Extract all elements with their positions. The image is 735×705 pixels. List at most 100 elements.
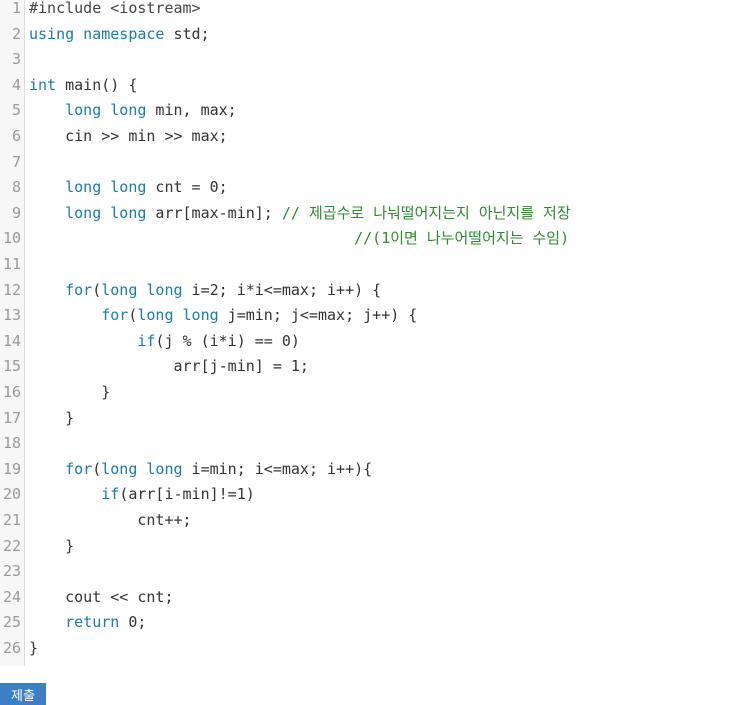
code-token: arr[j-min] = 1;	[29, 357, 309, 376]
code-line[interactable]: 22 }	[0, 534, 735, 560]
line-number: 22	[2, 536, 21, 555]
code-line[interactable]: 3	[0, 47, 735, 73]
line-number: 7	[11, 152, 21, 171]
code-keyword: long long	[137, 306, 219, 325]
code-token: cnt = 0;	[146, 178, 228, 197]
code-token: std;	[164, 24, 210, 43]
code-token: }	[29, 536, 75, 555]
code-token: arr[max-min];	[146, 203, 282, 222]
line-number: 2	[11, 24, 21, 43]
code-line[interactable]: 11	[0, 252, 735, 278]
code-line[interactable]: 15 arr[j-min] = 1;	[0, 354, 735, 380]
code-line[interactable]: 5 long long min, max;	[0, 98, 735, 124]
code-token: (j % (i*i) == 0)	[155, 331, 300, 350]
code-line[interactable]: 16 }	[0, 380, 735, 406]
code-text: }	[29, 534, 74, 560]
code-token: (arr[i-min]!=1)	[119, 485, 255, 504]
code-line[interactable]: 9 long long arr[max-min]; // 제곱수로 나눠떨어지는…	[0, 201, 735, 227]
line-number: 16	[2, 383, 21, 401]
code-text: }	[29, 406, 74, 432]
code-line[interactable]: 21 cnt++;	[0, 508, 735, 534]
code-line[interactable]: 1 #include <iostream>	[0, 0, 735, 22]
code-keyword: long long	[101, 280, 183, 299]
code-line[interactable]: 20 if(arr[i-min]!=1)	[0, 482, 735, 508]
code-line[interactable]: 19 for(long long i=min; i<=max; i++){	[0, 457, 735, 483]
code-line[interactable]: 23	[0, 559, 735, 585]
code-line[interactable]: 24 cout << cnt;	[0, 585, 735, 611]
code-token: cin >> min >> max;	[29, 127, 228, 145]
code-text: if(arr[i-min]!=1)	[29, 482, 255, 508]
code-line[interactable]: 13 for(long long j=min; j<=max; j++) {	[0, 303, 735, 329]
code-keyword: for	[65, 280, 93, 299]
line-number: 3	[11, 50, 21, 69]
code-line[interactable]: 26}	[0, 636, 735, 662]
code-line[interactable]: 4 int main() {	[0, 73, 735, 99]
code-keyword: long long	[101, 459, 183, 478]
code-text: #include <iostream>	[29, 0, 201, 22]
line-number: 9	[11, 203, 21, 222]
line-number: 24	[2, 587, 21, 606]
code-keyword: long long	[65, 101, 147, 120]
code-text: arr[j-min] = 1;	[29, 354, 309, 380]
code-token: }	[29, 408, 75, 427]
line-number: 19	[2, 459, 21, 478]
code-comment: //(1이면 나누어떨어지는 수임)	[354, 229, 570, 248]
code-keyword: using namespace	[29, 24, 165, 43]
code-keyword: for	[65, 459, 93, 478]
line-number: 17	[2, 408, 21, 427]
code-token: min, max;	[146, 101, 237, 120]
code-text: }	[29, 380, 110, 406]
line-number: 20	[2, 485, 21, 504]
code-line[interactable]: 7	[0, 150, 735, 176]
code-keyword: if	[101, 485, 120, 504]
line-number: 6	[11, 127, 21, 145]
code-token: #include <iostream>	[29, 0, 201, 17]
line-number: 5	[11, 101, 21, 120]
code-token: cnt++;	[29, 511, 192, 529]
code-text: if(j % (i*i) == 0)	[29, 329, 300, 355]
code-line[interactable]: 6 cin >> min >> max;	[0, 124, 735, 150]
code-text: for(long long i=min; i<=max; i++){	[29, 457, 372, 483]
code-token: cout << cnt;	[29, 587, 174, 606]
code-line[interactable]: 17 }	[0, 406, 735, 432]
code-token: }	[29, 639, 39, 657]
code-text: }	[29, 636, 38, 662]
code-token: (	[92, 280, 102, 299]
code-text: cnt++;	[29, 508, 192, 534]
code-line[interactable]: 18	[0, 431, 735, 457]
code-text: cin >> min >> max;	[29, 124, 228, 150]
code-line[interactable]: 10 //(1이면 나누어떨어지는 수임)	[0, 226, 735, 252]
code-token: main() {	[56, 75, 138, 94]
code-text: cout << cnt;	[29, 585, 174, 611]
code-editor[interactable]: 1 #include <iostream> 2 using namespace std…	[0, 0, 735, 666]
line-number: 21	[2, 511, 21, 529]
submit-button[interactable]: 제출	[0, 683, 46, 705]
line-number: 12	[2, 280, 21, 299]
code-line[interactable]: 2 using namespace std;	[0, 22, 735, 48]
code-line[interactable]: 25 return 0;	[0, 610, 735, 636]
code-token: (	[92, 459, 102, 478]
code-token: }	[29, 383, 111, 401]
code-line[interactable]: 14 if(j % (i*i) == 0)	[0, 329, 735, 355]
code-text: for(long long j=min; j<=max; j++) {	[29, 303, 417, 329]
code-keyword: for	[101, 306, 129, 325]
line-number: 13	[2, 306, 21, 325]
code-token: 0;	[119, 613, 147, 632]
line-number: 8	[11, 178, 21, 197]
code-line[interactable]: 12 for(long long i=2; i*i<=max; i++) {	[0, 278, 735, 304]
code-keyword: long long	[65, 178, 147, 197]
line-number: 1	[11, 0, 21, 17]
code-line[interactable]: 8 long long cnt = 0;	[0, 175, 735, 201]
code-keyword: return	[65, 613, 120, 632]
code-text: int main() {	[29, 73, 137, 99]
line-number: 26	[2, 639, 21, 657]
line-number: 18	[2, 434, 21, 453]
code-text: long long cnt = 0;	[29, 175, 228, 201]
code-text: for(long long i=2; i*i<=max; i++) {	[29, 278, 381, 304]
